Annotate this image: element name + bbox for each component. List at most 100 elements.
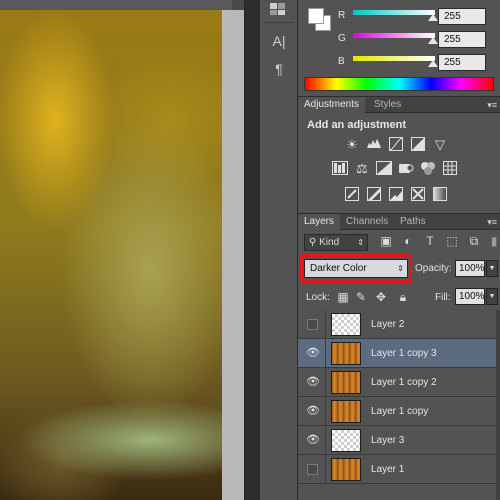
eye-icon: 👁︎	[306, 376, 320, 388]
layer-visibility-toggle[interactable]: 👁︎	[298, 368, 326, 397]
canvas-pasteboard	[222, 10, 244, 500]
layer-row[interactable]: Layer 2	[298, 310, 496, 339]
levels-icon[interactable]	[365, 137, 383, 153]
layer-thumbnail[interactable]	[331, 342, 361, 365]
lock-position-icon[interactable]: ✥	[374, 290, 388, 304]
fill-dropdown-arrow[interactable]: ▼	[486, 288, 498, 305]
filter-type-icon[interactable]: T	[422, 234, 438, 248]
opacity-dropdown-arrow[interactable]: ▼	[486, 260, 498, 277]
threshold-icon[interactable]	[387, 187, 405, 203]
channel-b-value[interactable]: 255	[438, 54, 486, 71]
eye-icon: 👁︎	[306, 434, 320, 446]
opacity-input[interactable]: 100%	[455, 260, 485, 277]
filter-pixel-icon[interactable]: ▣	[378, 234, 394, 248]
canvas-image[interactable]	[0, 10, 222, 500]
channel-r-slider[interactable]	[353, 10, 435, 15]
channel-b-label: B	[338, 56, 345, 67]
filter-adjustment-icon[interactable]: ◐	[400, 234, 416, 248]
layer-name[interactable]: Layer 1	[371, 455, 404, 484]
panel-menu-icon[interactable]: ▾≡	[487, 97, 497, 113]
filter-smart-object-icon[interactable]: ⧉	[466, 234, 482, 249]
color-balance-icon[interactable]: ⚖	[353, 161, 371, 177]
chevron-updown-icon: ⇕	[397, 264, 404, 273]
paragraph-panel-icon[interactable]: ¶	[260, 61, 298, 77]
character-panel-icon[interactable]: A|	[260, 33, 298, 49]
channel-r-value[interactable]: 255	[438, 8, 486, 25]
lock-image-pixels-icon[interactable]: ✎	[354, 290, 368, 304]
layer-name[interactable]: Layer 3	[371, 426, 404, 455]
hue-saturation-icon[interactable]	[331, 161, 349, 177]
photo-filter-icon[interactable]	[397, 161, 415, 177]
collapsed-panel-strip: A| ¶	[260, 0, 298, 500]
vibrance-icon[interactable]: ▽	[431, 137, 449, 153]
canvas-scrollbar[interactable]	[232, 0, 244, 10]
layer-name[interactable]: Layer 2	[371, 310, 404, 339]
channel-g-thumb[interactable]	[428, 37, 438, 44]
search-icon: ⚲	[309, 237, 317, 248]
lock-label: Lock:	[306, 292, 330, 303]
tab-channels[interactable]: Channels	[340, 214, 394, 230]
layers-scrollbar[interactable]	[496, 310, 500, 500]
channel-r-thumb[interactable]	[428, 14, 438, 21]
color-panel-icon[interactable]	[260, 2, 298, 19]
document-canvas-area[interactable]	[0, 0, 244, 500]
channel-b-thumb[interactable]	[428, 60, 438, 67]
layer-visibility-toggle[interactable]	[298, 310, 326, 339]
lock-transparent-pixels-icon[interactable]: ▦	[336, 290, 350, 304]
layer-thumbnail[interactable]	[331, 371, 361, 394]
tab-adjustments[interactable]: Adjustments	[298, 97, 366, 113]
layers-panel-tabs: Layers Channels Paths ▾≡	[298, 213, 500, 230]
opacity-label: Opacity:	[415, 263, 452, 274]
channel-g-value[interactable]: 255	[438, 31, 486, 48]
layer-name[interactable]: Layer 1 copy 3	[371, 339, 437, 368]
layer-thumbnail[interactable]	[331, 429, 361, 452]
brightness-contrast-icon[interactable]: ☀	[343, 137, 361, 153]
layer-row[interactable]: 👁︎ Layer 1 copy 2	[298, 368, 496, 397]
layer-thumbnail[interactable]	[331, 313, 361, 336]
channel-b-slider[interactable]	[353, 56, 435, 61]
layer-row[interactable]: 👁︎ Layer 1 copy	[298, 397, 496, 426]
foreground-color-swatch[interactable]	[308, 8, 324, 24]
fill-input[interactable]: 100%	[455, 288, 485, 305]
posterize-icon[interactable]	[365, 187, 383, 203]
channel-g-slider[interactable]	[353, 33, 435, 38]
canvas-top-margin	[0, 0, 244, 10]
filter-kind-select[interactable]: ⚲ Kind ⇕	[304, 234, 368, 251]
layer-row[interactable]: 👁︎ Layer 3	[298, 426, 496, 455]
tab-paths[interactable]: Paths	[394, 214, 432, 230]
layer-visibility-toggle[interactable]	[298, 455, 326, 484]
tab-layers[interactable]: Layers	[298, 214, 341, 230]
selective-color-icon[interactable]	[409, 187, 427, 203]
invert-icon[interactable]	[343, 187, 361, 203]
exposure-icon[interactable]	[409, 137, 427, 153]
filter-shape-icon[interactable]: ⬚	[444, 234, 460, 248]
lock-all-icon[interactable]: 🔒︎	[396, 290, 410, 305]
curves-icon[interactable]	[387, 137, 405, 153]
channel-mixer-icon[interactable]	[419, 161, 437, 177]
eye-icon: 👁︎	[306, 405, 320, 417]
layer-row[interactable]: Layer 1	[298, 455, 496, 484]
layer-name[interactable]: Layer 1 copy	[371, 397, 428, 426]
black-white-icon[interactable]	[375, 161, 393, 177]
layer-visibility-toggle[interactable]: 👁︎	[298, 397, 326, 426]
strip-separator	[264, 22, 294, 23]
layer-name[interactable]: Layer 1 copy 2	[371, 368, 437, 397]
color-lookup-icon[interactable]	[441, 161, 459, 177]
blend-mode-select[interactable]: Darker Color ⇕	[304, 259, 408, 278]
layer-thumbnail[interactable]	[331, 400, 361, 423]
color-panel: R 255 G 255 B 255	[298, 0, 500, 95]
filter-toggle-icon[interactable]: ▮	[486, 234, 500, 248]
layer-row[interactable]: 👁︎ Layer 1 copy 3	[298, 339, 496, 368]
chevron-updown-icon: ⇕	[357, 238, 364, 247]
panel-menu-icon[interactable]: ▾≡	[487, 214, 497, 230]
layer-visibility-toggle[interactable]: 👁︎	[298, 339, 326, 368]
channel-r-label: R	[338, 10, 346, 21]
layer-thumbnail[interactable]	[331, 458, 361, 481]
channel-g-label: G	[338, 33, 346, 44]
gradient-map-icon[interactable]	[431, 187, 449, 203]
tab-styles[interactable]: Styles	[368, 97, 407, 113]
filter-kind-label: Kind	[319, 237, 340, 248]
panel-dock-divider[interactable]	[244, 0, 260, 500]
layer-visibility-toggle[interactable]: 👁︎	[298, 426, 326, 455]
color-spectrum-bar[interactable]	[304, 77, 494, 91]
